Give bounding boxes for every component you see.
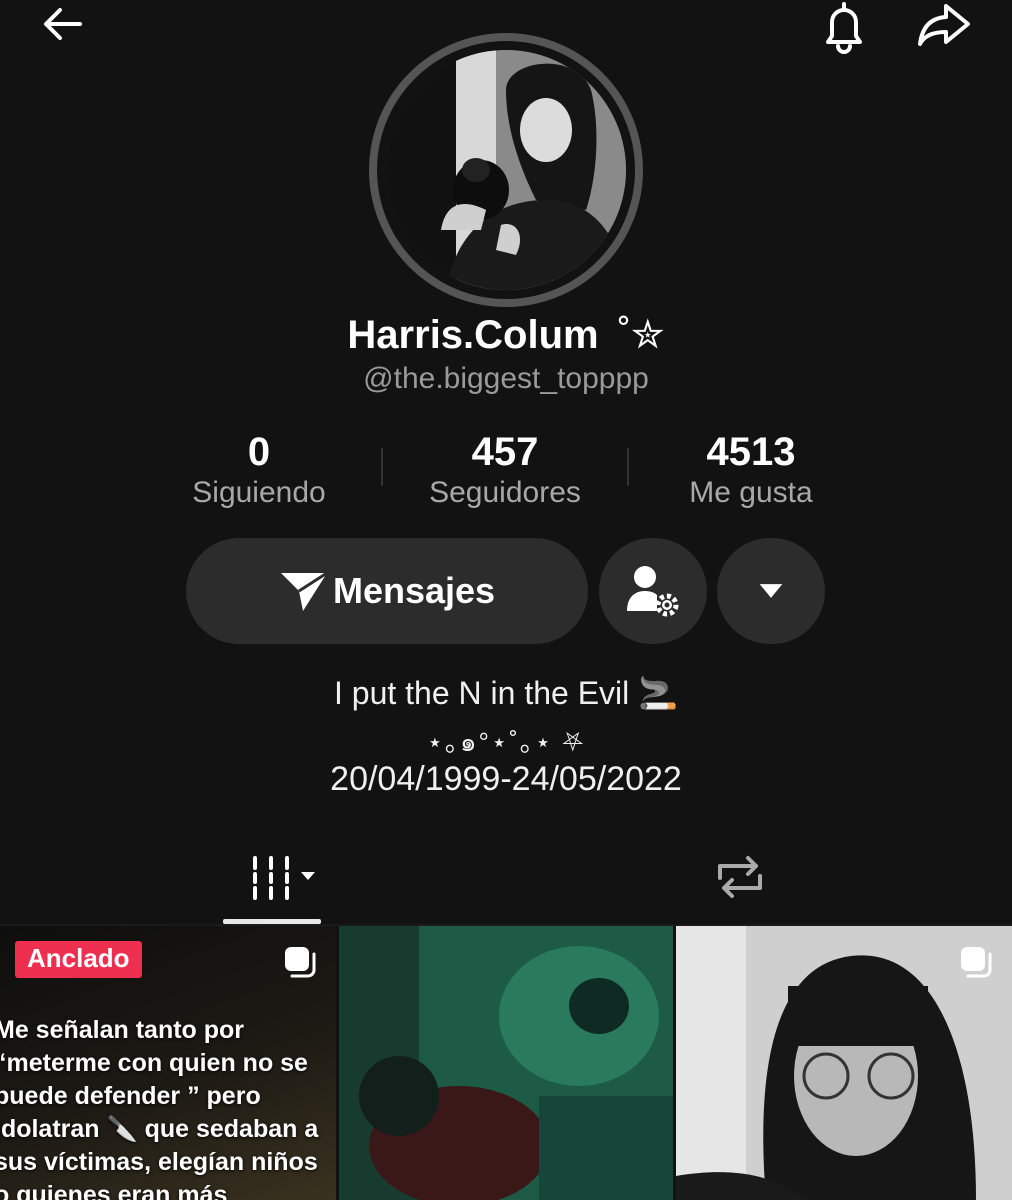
username-handle: @the.biggest_topppp xyxy=(363,362,649,395)
stat-label: Seguidores xyxy=(429,476,581,509)
avatar-photo xyxy=(386,50,626,290)
back-button[interactable] xyxy=(32,0,96,56)
share-icon xyxy=(918,4,970,46)
bio-line: 20/04/1999-24/05/2022 xyxy=(330,760,682,798)
stat-following[interactable]: 0 Siguiendo xyxy=(136,430,382,510)
stat-divider xyxy=(381,448,383,486)
friend-settings-button[interactable] xyxy=(599,538,707,644)
avatar-ring[interactable] xyxy=(369,33,643,307)
post-thumbnail[interactable] xyxy=(339,926,673,1200)
stat-followers[interactable]: 457 Seguidores xyxy=(382,430,628,510)
post-caption: Me señalan tanto por “meterme con quien … xyxy=(0,1016,319,1200)
photo-stack-icon xyxy=(285,947,316,978)
avatar xyxy=(386,50,626,290)
bio-line: I put the N in the Evil 🚬 xyxy=(334,675,678,711)
bio-line: ⋆｡๑°⋆˚｡⋆ ⛧ xyxy=(426,727,586,757)
post-thumbnail-pinned[interactable]: Anclado Me señalan tanto por “meterme co… xyxy=(0,926,336,1200)
user-gear-icon xyxy=(627,566,679,617)
stat-value: 457 xyxy=(471,430,539,474)
stat-value: 0 xyxy=(247,430,271,474)
stat-divider xyxy=(627,448,629,486)
post-image xyxy=(339,926,673,1200)
share-button[interactable] xyxy=(910,0,974,56)
pinned-badge: Anclado xyxy=(15,941,142,978)
repost-icon xyxy=(718,856,762,898)
notifications-button[interactable] xyxy=(812,0,876,56)
stat-value: 4513 xyxy=(706,430,796,474)
name-decoration: ˚✮ xyxy=(617,313,665,357)
stat-label: Me gusta xyxy=(689,476,813,509)
send-icon xyxy=(280,571,328,611)
arrow-left-icon xyxy=(44,8,82,40)
post-thumbnail[interactable] xyxy=(676,926,1012,1200)
stat-label: Siguiendo xyxy=(192,476,326,509)
photo-stack-icon xyxy=(961,947,992,978)
stat-likes[interactable]: 4513 Me gusta xyxy=(628,430,874,510)
more-options-dropdown[interactable] xyxy=(717,538,825,644)
caret-down-icon xyxy=(759,584,783,598)
bell-icon xyxy=(826,2,862,54)
profile-stats: 0 Siguiendo 457 Seguidores 4513 Me gusta xyxy=(136,430,876,510)
grid-icon xyxy=(253,856,315,900)
messages-label: Mensajes xyxy=(332,570,496,611)
display-name: Harris.Colum xyxy=(347,313,599,357)
tab-videos[interactable] xyxy=(236,845,326,909)
messages-button[interactable]: Mensajes xyxy=(186,538,588,644)
display-name-row: Harris.Colum ˚✮ xyxy=(0,312,1012,358)
tab-reposts[interactable] xyxy=(700,845,780,909)
